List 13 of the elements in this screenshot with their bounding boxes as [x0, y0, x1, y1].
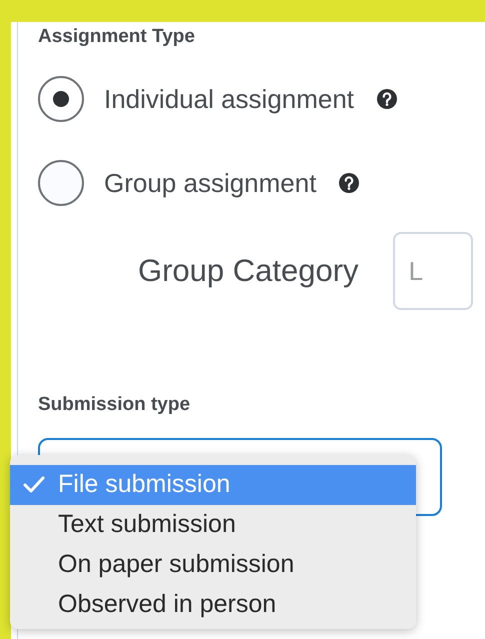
- radio-label[interactable]: Group assignment: [104, 164, 316, 202]
- field-label: Group Category: [138, 252, 359, 290]
- field-label: Submission type: [38, 393, 192, 417]
- checkmark-icon: [23, 476, 45, 494]
- help-icon[interactable]: [338, 172, 360, 194]
- help-icon[interactable]: [376, 88, 398, 110]
- radio-label[interactable]: Individual assignment: [104, 80, 354, 118]
- radio-button[interactable]: [38, 160, 84, 206]
- section-heading: Assignment Type: [38, 25, 196, 49]
- menu-item[interactable]: Text submission: [10, 505, 416, 545]
- menu-item[interactable]: Observed in person: [10, 585, 416, 625]
- radio-button[interactable]: [38, 76, 84, 122]
- menu-item[interactable]: On paper submission: [10, 545, 416, 585]
